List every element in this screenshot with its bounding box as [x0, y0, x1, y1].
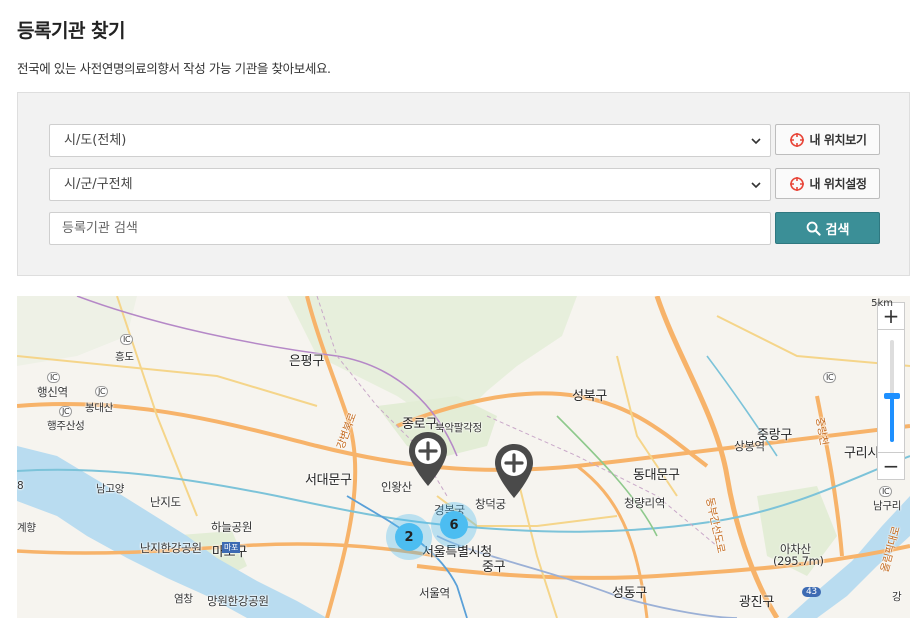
- map-label-seongbuk: 성북구: [572, 389, 607, 404]
- map-marker-pin[interactable]: [407, 430, 449, 488]
- map-label-achasan-height: (295.7m): [773, 554, 824, 568]
- map-label-seoul-station: 서울역: [419, 586, 450, 600]
- map-label-mangwon: 망원한강공원: [207, 594, 269, 608]
- map-label-nangoyang: 남고양: [96, 483, 125, 495]
- map-base-tiles: [17, 296, 910, 618]
- map-label-seongdong: 성동구: [612, 586, 647, 601]
- map-label-mapo-sign: 마포: [222, 542, 241, 553]
- map-label-namguri: 남구리: [873, 500, 902, 512]
- page-description: 전국에 있는 사전연명의료의향서 작성 가능 기관을 찾아보세요.: [17, 61, 331, 76]
- search-icon: [806, 221, 821, 236]
- map-label-nanji-park: 난지한강공원: [140, 541, 202, 555]
- map-label-jc-1: JC: [95, 386, 109, 397]
- map-label-yeomchang: 염창: [174, 593, 193, 605]
- sido-select-value: 시/도(전체): [64, 133, 127, 148]
- map-label-partial-right: 강: [892, 591, 902, 603]
- map-label-ic-4: IC: [823, 372, 837, 383]
- my-location-view-label: 내 위치보기: [809, 133, 867, 147]
- chevron-down-icon: [751, 182, 761, 189]
- sigungu-select[interactable]: 시/군/구전체: [49, 168, 771, 201]
- zoom-level-fill: [890, 396, 894, 442]
- zoom-slider-thumb[interactable]: [884, 393, 900, 400]
- map-label-nanjido: 난지도: [150, 495, 181, 509]
- map-label-cheongnyangni: 청량리역: [624, 496, 666, 510]
- search-button[interactable]: 검색: [775, 212, 880, 244]
- search-button-label: 검색: [825, 222, 850, 238]
- map-cluster-marker[interactable]: 2: [386, 514, 432, 560]
- search-panel: 시/도(전체) 내 위치보기 시/군/구전체 내 위치설정 등록기관 검색 검색: [17, 92, 910, 276]
- sigungu-select-value: 시/군/구전체: [64, 177, 133, 192]
- my-location-set-button[interactable]: 내 위치설정: [775, 168, 880, 199]
- zoom-control: 5km + −: [871, 298, 905, 480]
- zoom-out-button[interactable]: −: [877, 452, 905, 480]
- map-scale-label: 5km: [871, 298, 893, 309]
- my-location-set-label: 내 위치설정: [809, 177, 867, 191]
- crosshair-icon: [789, 132, 804, 147]
- keyword-placeholder: 등록기관 검색: [62, 221, 138, 236]
- map-label-dongdaemun: 동대문구: [633, 468, 680, 483]
- map-label-eunpyeong: 은평구: [289, 354, 324, 369]
- keyword-search-input[interactable]: 등록기관 검색: [49, 212, 771, 245]
- chevron-down-icon: [751, 138, 761, 145]
- map-label-ic-1: IC: [47, 372, 61, 383]
- map-label-heungdo: 흥도: [115, 351, 134, 363]
- map-label-ic-2: IC: [120, 334, 134, 345]
- cluster-count: 2: [395, 523, 423, 551]
- map-label-route43: 43: [802, 587, 821, 597]
- my-location-view-button[interactable]: 내 위치보기: [775, 124, 880, 155]
- map-label-sangbong: 상봉역: [734, 439, 765, 453]
- map-cluster-marker[interactable]: 6: [431, 502, 477, 548]
- map-label-junggu: 중구: [482, 560, 506, 575]
- map-label-seodaemun: 서대문구: [305, 473, 352, 488]
- map-label-hwajeon: 행주산성: [47, 420, 85, 432]
- crosshair-icon: [789, 176, 804, 191]
- zoom-slider[interactable]: [877, 330, 905, 452]
- cluster-count: 6: [440, 511, 468, 539]
- map-label-gwangjin: 광진구: [739, 595, 774, 610]
- map-label-bongdaesan: 봉대산: [85, 402, 114, 414]
- sido-select[interactable]: 시/도(전체): [49, 124, 771, 157]
- map-label-jc-2: JC: [59, 406, 73, 417]
- map-label-ic-3: IC: [879, 486, 893, 497]
- map-label-guri: 구리시: [844, 446, 879, 461]
- map-label-haengsin: 행신역: [37, 385, 68, 399]
- map-label-hangang: 8: [17, 480, 24, 492]
- map-marker-pin[interactable]: [493, 442, 535, 500]
- page-title: 등록기관 찾기: [17, 20, 126, 42]
- map-label-haneul: 하늘공원: [211, 520, 253, 534]
- map-label-gyeyang: 계향: [17, 522, 36, 534]
- map-view[interactable]: 은평구 종로구 북악팔각정 성북구 서대문구 인왕산 창덕궁 경복궁 동대문구 …: [17, 296, 910, 618]
